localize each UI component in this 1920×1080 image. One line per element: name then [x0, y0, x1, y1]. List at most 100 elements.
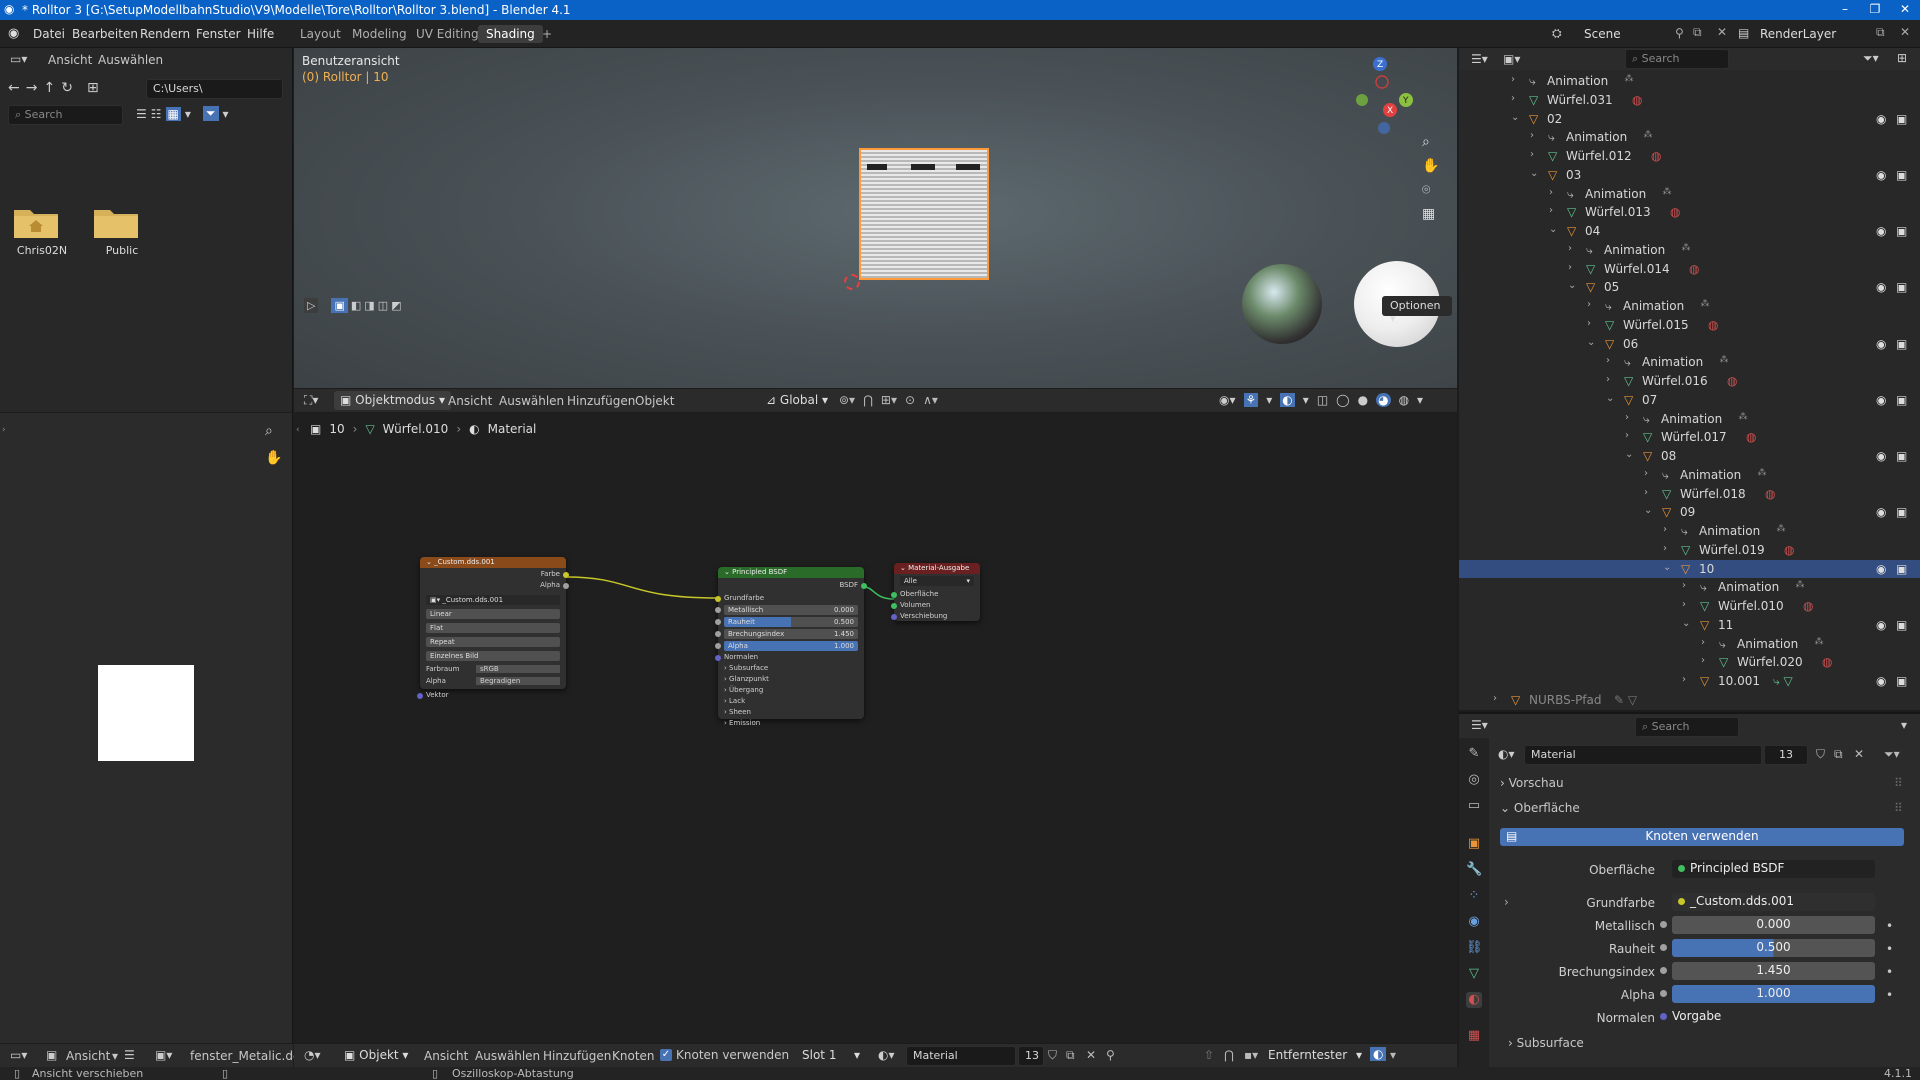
snap-element-icon[interactable]: ▪▾	[1244, 1048, 1258, 1062]
chevron-right-icon[interactable]: ›	[1587, 299, 1591, 310]
node-header[interactable]: ⌄ _Custom.dds.001	[420, 557, 566, 568]
rendered-shading-icon[interactable]: ◍	[1399, 393, 1409, 407]
metallisch-field[interactable]: Metallisch 0.000	[724, 605, 858, 615]
render-camera-icon[interactable]: ▣	[1896, 505, 1907, 519]
maximize-button[interactable]: ❐	[1860, 2, 1890, 16]
image-texture-node[interactable]: ⌄ _Custom.dds.001 Farbe Alpha ▣▾ _Custom…	[417, 557, 569, 699]
outliner-row[interactable]: › ⤷ Animation ⁂	[1459, 635, 1920, 653]
duplicate-icon[interactable]: ⧉	[1834, 747, 1843, 762]
normalen-field[interactable]: Vorgabe	[1672, 1008, 1875, 1026]
socket-verschiebung[interactable]	[891, 614, 897, 620]
chevron-right-icon[interactable]: ›	[1663, 543, 1667, 554]
float-socket-icon[interactable]	[1660, 990, 1667, 997]
refresh-icon[interactable]: ↻	[61, 80, 73, 96]
ne-menu-knoten[interactable]: Knoten	[612, 1049, 655, 1063]
snap-target-dropdown[interactable]: Entferntester ▾	[1268, 1048, 1362, 1062]
select-subtract-icon[interactable]: ◨	[364, 299, 374, 312]
outliner-row[interactable]: › ⤷ Animation ⁂	[1459, 128, 1920, 146]
constraints-tab-icon[interactable]: ⛓	[1466, 940, 1483, 956]
alpha-mode-row[interactable]: Alpha Begradigen	[426, 677, 560, 687]
socket-oberflaeche[interactable]	[891, 592, 897, 598]
grundfarbe-link-field[interactable]: _Custom.dds.001	[1672, 893, 1875, 911]
chevron-right-icon[interactable]: ›	[1606, 355, 1610, 366]
shader-type-dropdown[interactable]: ▣ Objekt ▾	[338, 1047, 414, 1063]
outliner-row[interactable]: › ▽ 10.001 ⤷ ▽ ◉ ▣	[1459, 672, 1920, 690]
outliner-row[interactable]: › ▽ Würfel.012 ◍	[1459, 147, 1920, 165]
scene-name[interactable]: Scene	[1584, 27, 1621, 41]
chevron-right-icon[interactable]: ›	[1682, 599, 1686, 610]
sort-dropdown-icon[interactable]: ▾	[185, 107, 191, 121]
chevron-right-icon[interactable]: ›	[1682, 674, 1686, 685]
close-button[interactable]: ✕	[1890, 2, 1920, 16]
outliner-row[interactable]: › ⤷ Animation ⁂	[1459, 297, 1920, 315]
visibility-eye-icon[interactable]: ◉	[1876, 449, 1886, 463]
material-icon[interactable]: ◍	[1670, 205, 1680, 219]
gizmo-toggle-icon[interactable]: ⚘	[1243, 393, 1259, 407]
outliner-row[interactable]: ⌄ ▽ 02 ◉ ▣	[1459, 110, 1920, 128]
tab-modeling[interactable]: Modeling	[344, 25, 415, 43]
outliner-row[interactable]: ⌄ ▽ 06 ◉ ▣	[1459, 335, 1920, 353]
socket-brechungsindex[interactable]	[715, 631, 721, 637]
properties-search-input[interactable]: ⌕ Search	[1635, 717, 1739, 737]
use-nodes-button[interactable]: ▤ Knoten verwenden	[1500, 828, 1904, 846]
chevron-right-icon[interactable]: ›	[1606, 374, 1610, 385]
socket-alpha[interactable]	[715, 643, 721, 649]
material-icon[interactable]: ◍	[1822, 655, 1832, 669]
outliner-row[interactable]: › ▽ Würfel.010 ◍	[1459, 597, 1920, 615]
outliner-row[interactable]: › ▽ NURBS-Pfad ✎ ▽	[1459, 691, 1920, 709]
keyframe-dot-icon[interactable]: •	[1886, 965, 1893, 979]
link-type-icon[interactable]: ⏷▾	[1884, 747, 1900, 762]
fb-menu-ansicht[interactable]: Ansicht	[48, 53, 92, 67]
hamburger-icon[interactable]: ☰	[124, 1048, 135, 1062]
render-camera-icon[interactable]: ▣	[1896, 562, 1907, 576]
delete-scene-icon[interactable]: ✕	[1717, 25, 1727, 39]
vertical-list-icon[interactable]: ☰	[136, 107, 147, 121]
data-tab-icon[interactable]: ▽	[1466, 966, 1482, 982]
node-editor[interactable]: ▣ 10 › ▽ Würfel.010 › ◐ Material ‹ ⌄ _Cu…	[294, 413, 1457, 1043]
new-folder-icon[interactable]: ⊞	[87, 80, 99, 96]
chevron-down-icon[interactable]: ⌄	[1625, 449, 1633, 460]
material-icon[interactable]: ◍	[1632, 93, 1642, 107]
render-camera-icon[interactable]: ▣	[1896, 449, 1907, 463]
panel-emission[interactable]: › Emission	[724, 719, 858, 729]
chevron-right-icon[interactable]: ›	[1530, 130, 1534, 141]
fb-menu-auswaehlen[interactable]: Auswählen	[98, 53, 163, 67]
back-arrow-icon[interactable]: ←	[8, 80, 20, 96]
particles-tab-icon[interactable]: ⁘	[1466, 888, 1482, 904]
socket-rauheit[interactable]	[715, 619, 721, 625]
subsurface-panel-header[interactable]: › Subsurface	[1508, 1036, 1584, 1050]
material-icon[interactable]: ◍	[1746, 430, 1756, 444]
socket-normalen[interactable]	[715, 655, 721, 661]
render-camera-icon[interactable]: ▣	[1896, 337, 1907, 351]
delete-layer-icon[interactable]: ✕	[1900, 25, 1910, 39]
pin-icon[interactable]: ⚲	[1675, 26, 1684, 40]
outliner-row[interactable]: › ⤷ Animation ⁂	[1459, 72, 1920, 90]
render-camera-icon[interactable]: ▣	[1896, 224, 1907, 238]
outliner-row[interactable]: › ⤷ Animation ⁂	[1459, 522, 1920, 540]
keyframe-dot-icon[interactable]: •	[1886, 942, 1893, 956]
pan-hand-icon[interactable]: ✋	[265, 450, 282, 466]
socket-grundfarbe[interactable]	[715, 596, 721, 602]
render-camera-icon[interactable]: ▣	[1896, 618, 1907, 632]
ne-menu-hinzufuegen[interactable]: Hinzufügen	[543, 1049, 611, 1063]
overlay-toggle-icon[interactable]: ◐	[1280, 393, 1295, 407]
new-layer-icon[interactable]: ⧉	[1876, 25, 1885, 40]
image-selector[interactable]: ▣▾ _Custom.dds.001	[426, 595, 560, 605]
rauheit-slider[interactable]: 0.500	[1672, 939, 1875, 957]
drag-handle-icon[interactable]: ⠿	[1894, 801, 1903, 815]
select-extend-icon[interactable]: ◧	[351, 299, 361, 312]
renderlayer-name[interactable]: RenderLayer	[1760, 27, 1836, 41]
chevron-right-icon[interactable]: ›	[1625, 430, 1629, 441]
overlay-dropdown-icon[interactable]: ▾	[1390, 1048, 1396, 1062]
material-icon[interactable]: ◍	[1651, 149, 1661, 163]
vp-menu-ansicht[interactable]: Ansicht	[448, 394, 492, 408]
material-name-field[interactable]: Material	[906, 1046, 1016, 1066]
material-browse-icon[interactable]: ◐▾	[878, 1048, 895, 1062]
material-icon[interactable]: ◍	[1689, 262, 1699, 276]
chevron-right-icon[interactable]: ›	[1549, 187, 1553, 198]
outliner-row[interactable]: ⌄ ▽ 05 ◉ ▣	[1459, 278, 1920, 296]
zoom-icon[interactable]: ⌕	[1422, 134, 1439, 150]
outliner-row[interactable]: › ▽ Würfel.020 ◍	[1459, 653, 1920, 671]
target-dropdown[interactable]: Alle ▾	[900, 576, 974, 586]
zoom-icon[interactable]: ⌕	[265, 423, 273, 439]
